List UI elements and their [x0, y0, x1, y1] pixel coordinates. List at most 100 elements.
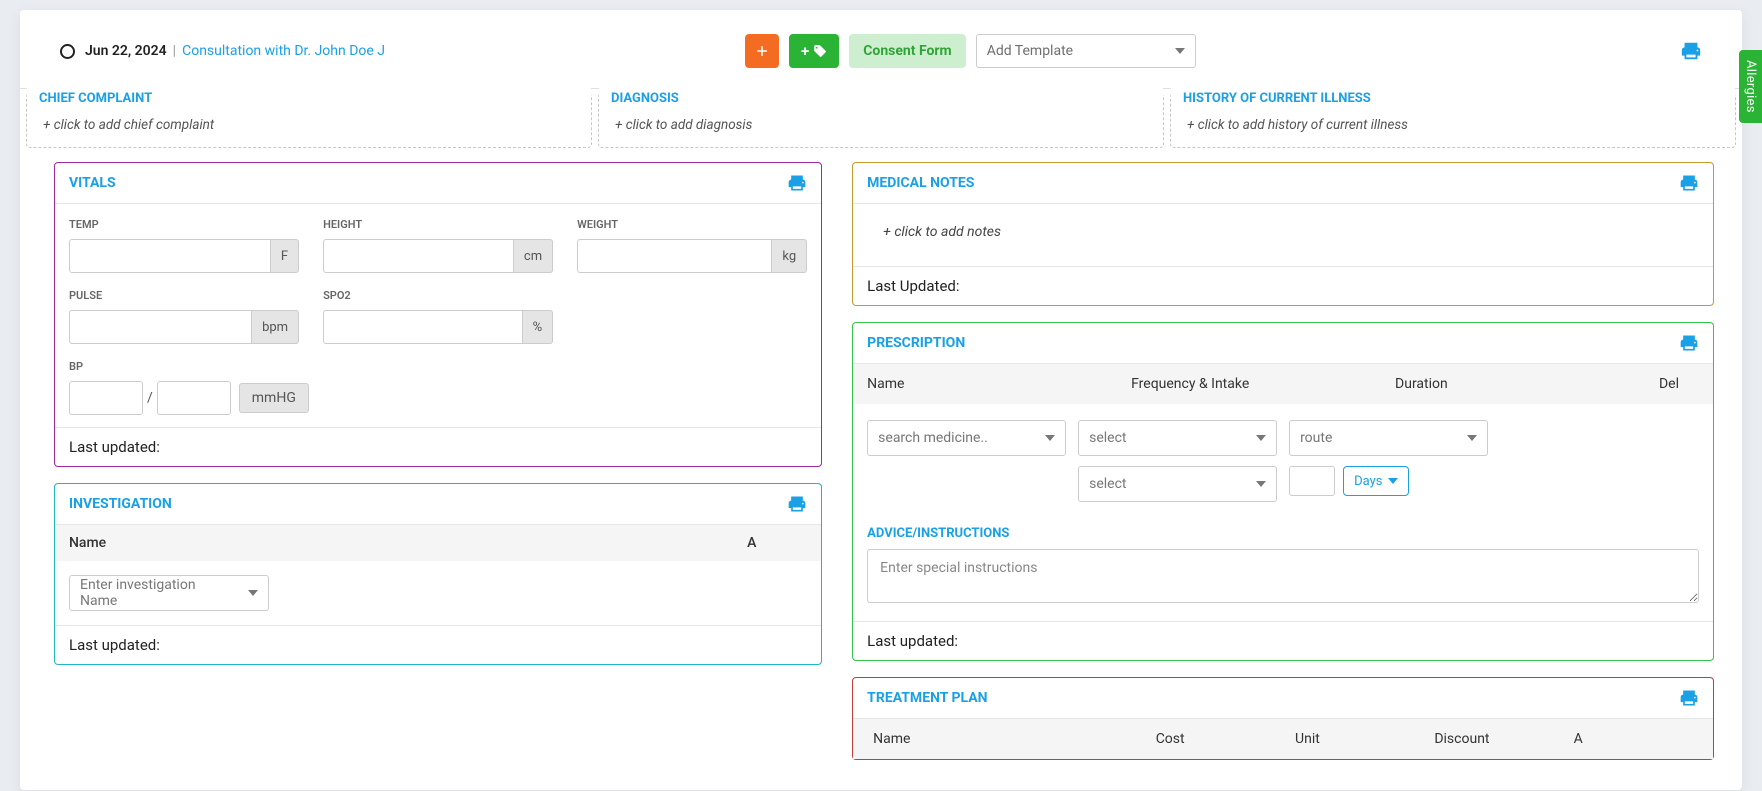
intake-select[interactable]: select: [1078, 466, 1277, 502]
medicine-select[interactable]: search medicine..: [867, 420, 1066, 456]
treatment-plan-panel: TREATMENT PLAN Name Cost Unit Discount A: [852, 677, 1714, 760]
prescription-row: search medicine.. select select: [853, 404, 1713, 518]
diagnosis-title: DIAGNOSIS: [599, 83, 1163, 112]
spo2-input[interactable]: [323, 310, 523, 344]
spo2-unit: %: [523, 310, 554, 344]
vitals-panel: VITALS TEMP F HEIGHT: [54, 162, 822, 467]
print-icon[interactable]: [1679, 688, 1699, 708]
bp-systolic-input[interactable]: [69, 381, 143, 415]
investigation-name-select[interactable]: Enter investigation Name: [69, 575, 269, 611]
pulse-unit: bpm: [252, 310, 299, 344]
weight-unit: kg: [772, 239, 807, 273]
intake-placeholder: select: [1089, 476, 1126, 492]
diagnosis-box[interactable]: DIAGNOSIS + click to add diagnosis: [598, 93, 1164, 148]
investigation-placeholder: Enter investigation Name: [80, 577, 232, 609]
chevron-down-icon: [1388, 478, 1398, 484]
height-unit: cm: [514, 239, 553, 273]
medical-notes-panel: MEDICAL NOTES + click to add notes Last …: [852, 162, 1714, 306]
history-hint: + click to add history of current illnes…: [1171, 117, 1735, 133]
frequency-select[interactable]: select: [1078, 420, 1277, 456]
frequency-placeholder: select: [1089, 430, 1126, 446]
pulse-input[interactable]: [69, 310, 252, 344]
medical-notes-title: MEDICAL NOTES: [867, 175, 974, 191]
investigation-col-name: Name: [69, 535, 747, 551]
history-box[interactable]: HISTORY OF CURRENT ILLNESS + click to ad…: [1170, 93, 1736, 148]
add-tag-button[interactable]: +: [789, 34, 839, 68]
chevron-down-icon: [1045, 435, 1055, 441]
diagnosis-hint: + click to add diagnosis: [599, 117, 1163, 133]
weight-label: WEIGHT: [577, 218, 807, 231]
route-placeholder: route: [1300, 430, 1332, 446]
chevron-down-icon: [1175, 48, 1185, 54]
duration-input[interactable]: [1289, 466, 1335, 496]
rx-col-duration: Duration: [1395, 376, 1659, 392]
days-label: Days: [1354, 474, 1382, 489]
print-icon[interactable]: [1680, 40, 1702, 62]
history-title: HISTORY OF CURRENT ILLNESS: [1171, 83, 1735, 112]
investigation-panel: INVESTIGATION Name A Enter investigation…: [54, 483, 822, 665]
chevron-down-icon: [1467, 435, 1477, 441]
vitals-last-updated: Last updated:: [55, 427, 821, 466]
template-select[interactable]: Add Template: [976, 34, 1196, 68]
height-label: HEIGHT: [323, 218, 553, 231]
medical-notes-hint[interactable]: + click to add notes: [853, 204, 1713, 266]
treatment-title: TREATMENT PLAN: [867, 690, 987, 706]
weight-input[interactable]: [577, 239, 772, 273]
bp-unit: mmHG: [239, 383, 309, 413]
rx-col-name: Name: [867, 376, 1131, 392]
consultation-date: Jun 22, 2024: [85, 43, 167, 59]
consultation-link[interactable]: Consultation with Dr. John Doe J: [182, 43, 385, 59]
plus-icon: +: [801, 42, 809, 60]
temp-input[interactable]: [69, 239, 271, 273]
pulse-label: PULSE: [69, 289, 299, 302]
medical-notes-last-updated: Last Updated:: [853, 266, 1713, 305]
chief-complaint-title: CHIEF COMPLAINT: [27, 83, 591, 112]
tp-col-a: A: [1574, 731, 1693, 747]
bp-diastolic-input[interactable]: [157, 381, 231, 415]
chief-complaint-hint: + click to add chief complaint: [27, 117, 591, 133]
medicine-placeholder: search medicine..: [878, 430, 988, 446]
bp-slash: /: [147, 390, 153, 406]
chief-complaint-box[interactable]: CHIEF COMPLAINT + click to add chief com…: [26, 93, 592, 148]
print-icon[interactable]: [787, 173, 807, 193]
allergies-tab[interactable]: Allergies: [1739, 50, 1762, 123]
investigation-col-a: A: [747, 535, 807, 551]
tag-icon: [813, 44, 827, 58]
print-icon[interactable]: [1679, 333, 1699, 353]
tp-col-name: Name: [873, 731, 1136, 747]
prescription-panel: PRESCRIPTION Name Frequency & Intake Dur…: [852, 322, 1714, 661]
tp-col-discount: Discount: [1434, 731, 1553, 747]
prescription-table-header: Name Frequency & Intake Duration Del: [853, 364, 1713, 404]
chevron-down-icon: [1256, 481, 1266, 487]
temp-label: TEMP: [69, 218, 299, 231]
template-select-placeholder: Add Template: [987, 43, 1073, 59]
investigation-last-updated: Last updated:: [55, 625, 821, 664]
route-select[interactable]: route: [1289, 420, 1488, 456]
print-icon[interactable]: [787, 494, 807, 514]
temp-unit: F: [271, 239, 299, 273]
consent-form-button[interactable]: Consent Form: [849, 34, 965, 68]
vitals-title: VITALS: [69, 175, 116, 191]
tp-col-unit: Unit: [1295, 731, 1414, 747]
bp-label: BP: [69, 360, 309, 373]
height-input[interactable]: [323, 239, 514, 273]
complaint-row: CHIEF COMPLAINT + click to add chief com…: [20, 93, 1742, 148]
prescription-title: PRESCRIPTION: [867, 335, 965, 351]
rx-col-freq: Frequency & Intake: [1131, 376, 1395, 392]
treatment-table-header: Name Cost Unit Discount A: [853, 719, 1713, 759]
spo2-label: SPO2: [323, 289, 553, 302]
add-record-button[interactable]: [745, 34, 779, 68]
chevron-down-icon: [1256, 435, 1266, 441]
plus-icon: [757, 44, 767, 58]
days-dropdown[interactable]: Days: [1343, 466, 1409, 496]
prescription-last-updated: Last updated:: [853, 621, 1713, 660]
investigation-table-header: Name A: [55, 525, 821, 561]
investigation-title: INVESTIGATION: [69, 496, 172, 512]
print-icon[interactable]: [1679, 173, 1699, 193]
header-bar: Jun 22, 2024 | Consultation with Dr. Joh…: [20, 10, 1742, 89]
tp-col-cost: Cost: [1156, 731, 1275, 747]
divider: |: [173, 43, 176, 59]
rx-col-del: Del: [1659, 376, 1699, 392]
record-status-icon: [60, 44, 75, 59]
advice-textarea[interactable]: [867, 549, 1699, 603]
